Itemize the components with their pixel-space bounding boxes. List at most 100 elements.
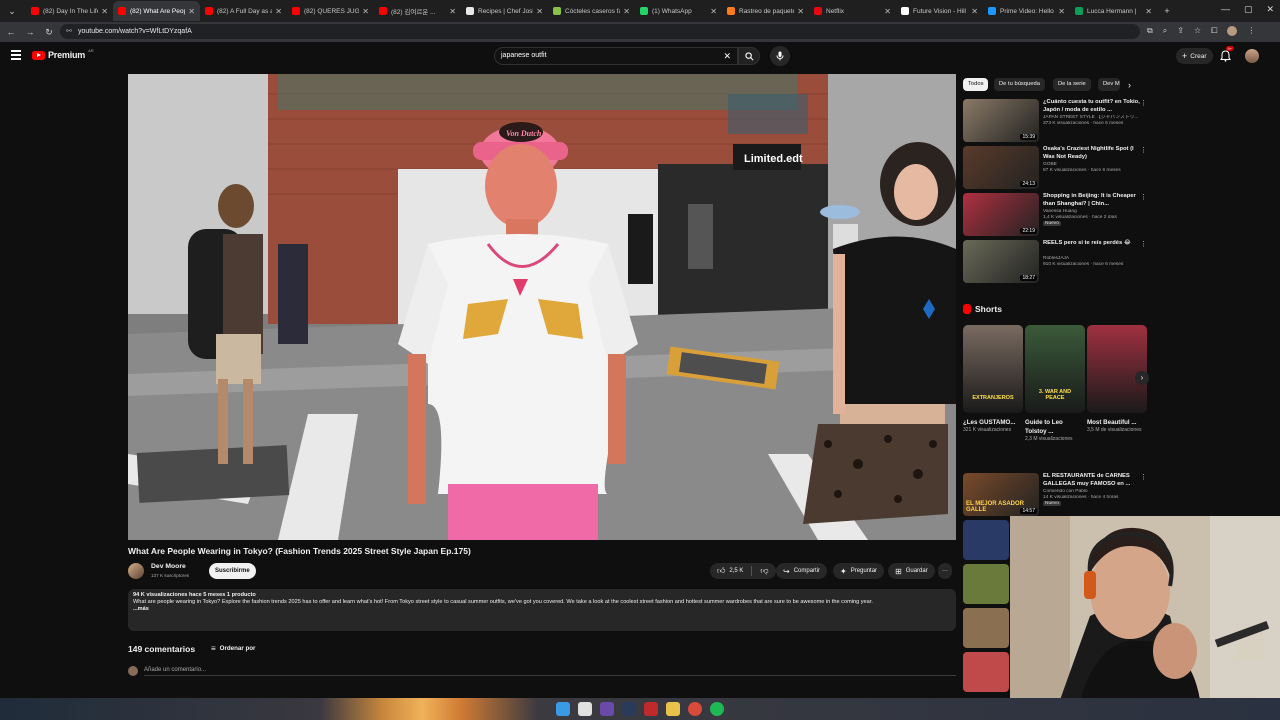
address-bar[interactable]: ⚯ youtube.com/watch?v=WfLtDYzqafA: [60, 24, 1140, 39]
chip-from-series[interactable]: De la serie: [1053, 78, 1091, 91]
like-button[interactable]: 👍︎ 2,5 K 👎︎: [710, 563, 776, 579]
recommended-video[interactable]: 18:27 REELS pero si te reís perdés 😂 Roble…: [963, 240, 1153, 284]
short-thumbnail[interactable]: EXTRANJEROS: [963, 325, 1023, 413]
shorts-next-icon[interactable]: ›: [1135, 371, 1149, 385]
browser-tab[interactable]: (82) QUERÉS JUGAR✕: [287, 1, 374, 21]
ask-button[interactable]: ✦ Preguntar: [833, 563, 885, 579]
new-tab-icon[interactable]: +: [1159, 3, 1175, 19]
browser-tab[interactable]: (1) WhatsApp ✕: [635, 1, 722, 21]
browser-menu-icon[interactable]: ⋮: [1247, 26, 1255, 36]
app-red-icon[interactable]: [644, 702, 658, 716]
video-thumbnail[interactable]: 15:39: [963, 99, 1039, 142]
browser-tab[interactable]: Lucca Hermann | ✕: [1070, 1, 1157, 21]
tab-close-icon[interactable]: ✕: [362, 7, 369, 16]
tab-close-icon[interactable]: ✕: [1058, 7, 1065, 16]
steam-icon[interactable]: [622, 702, 636, 716]
search-taskbar-icon[interactable]: [578, 702, 592, 716]
voice-search-button[interactable]: [770, 46, 790, 66]
save-button[interactable]: ⊞ Guardar: [888, 563, 935, 579]
description-more-link[interactable]: ...más: [133, 606, 951, 613]
browser-tab[interactable]: (82) What Are People✕: [113, 1, 200, 21]
account-avatar[interactable]: [1245, 49, 1259, 63]
sort-comments-button[interactable]: ≡ Ordenar por: [211, 644, 255, 653]
more-options-icon[interactable]: ⋮: [1140, 473, 1147, 481]
chip-all[interactable]: Todos: [963, 78, 989, 91]
site-info-icon[interactable]: ⚯: [66, 24, 72, 39]
recommended-title[interactable]: ¿Cuánto cuesta tu outfit? en Tokio, Japó…: [1043, 99, 1143, 114]
browser-tab[interactable]: Prime Video: Hello ✕: [983, 1, 1070, 21]
chrome-icon[interactable]: [688, 702, 702, 716]
browser-tab[interactable]: Netflix ✕: [809, 1, 896, 21]
back-icon[interactable]: ←: [3, 24, 19, 40]
more-options-icon[interactable]: ⋮: [1140, 146, 1147, 154]
short-thumbnail[interactable]: [1087, 325, 1147, 413]
hamburger-menu-icon[interactable]: [11, 50, 21, 60]
extensions-icon[interactable]: ⧠: [1211, 26, 1217, 36]
install-icon[interactable]: ⧉: [1147, 26, 1153, 36]
tab-close-icon[interactable]: ✕: [536, 7, 543, 16]
share-icon[interactable]: ⇪: [1177, 26, 1184, 36]
browser-tab[interactable]: Recipes | Chef Josh ✕: [461, 1, 548, 21]
tab-close-icon[interactable]: ✕: [275, 7, 282, 16]
browser-tab[interactable]: Cócteles caseros fá ✕: [548, 1, 635, 21]
more-options-icon[interactable]: ⋮: [1140, 99, 1147, 107]
chip-channel[interactable]: Dev M: [1098, 78, 1120, 91]
profile-avatar[interactable]: [1227, 26, 1238, 36]
tab-close-icon[interactable]: ✕: [710, 7, 717, 16]
subscribe-button[interactable]: Suscribirme: [209, 563, 256, 579]
search-input[interactable]: japanese outfit ✕: [494, 47, 738, 65]
notifications-button[interactable]: 9+: [1220, 46, 1234, 67]
more-options-icon[interactable]: ⋮: [1140, 240, 1147, 248]
bookmark-star-icon[interactable]: ☆: [1194, 26, 1201, 36]
channel-avatar[interactable]: [128, 563, 144, 579]
zoom-icon[interactable]: ⌕: [1163, 26, 1167, 36]
minimize-icon[interactable]: —: [1221, 4, 1230, 15]
create-button[interactable]: + Crear: [1176, 48, 1213, 64]
browser-tab[interactable]: (82) 김여르운 ... ✕: [374, 1, 461, 21]
close-window-icon[interactable]: ✕: [1266, 4, 1274, 15]
recommended-title[interactable]: Shopping in Beijing: It is Cheaper than …: [1043, 193, 1143, 208]
tab-close-icon[interactable]: ✕: [797, 7, 804, 16]
tab-close-icon[interactable]: ✕: [1145, 7, 1152, 16]
maximize-icon[interactable]: ▢: [1244, 4, 1253, 15]
tab-close-icon[interactable]: ✕: [188, 7, 195, 16]
short-thumbnail[interactable]: 3. WAR AND PEACE: [1025, 325, 1085, 413]
video-thumbnail[interactable]: 24:13: [963, 146, 1039, 189]
short-title[interactable]: ¿Les GUSTAMO...: [963, 418, 1023, 427]
description-box[interactable]: 94 K visualizaciones hace 5 meses 1 prod…: [128, 589, 956, 631]
file-explorer-icon[interactable]: [666, 702, 680, 716]
more-options-icon[interactable]: ⋮: [1140, 193, 1147, 201]
tab-close-icon[interactable]: ✕: [623, 7, 630, 16]
recommended-video[interactable]: 15:39 ¿Cuánto cuesta tu outfit? en Tokio,…: [963, 99, 1153, 143]
browser-tab[interactable]: (82) A Full Day as a ✕: [200, 1, 287, 21]
video-thumbnail[interactable]: 22:19: [963, 193, 1039, 236]
recommended-title[interactable]: Osaka's Craziest Nightlife Spot (I Was N…: [1043, 146, 1143, 161]
search-button[interactable]: [738, 47, 760, 65]
more-actions-button[interactable]: ···: [938, 563, 952, 579]
short-title[interactable]: Guide to Leo Tolstoy ...: [1025, 418, 1085, 436]
start-icon[interactable]: [556, 702, 570, 716]
short-item[interactable]: EXTRANJEROS ¿Les GUSTAMO... 321 K visualiz…: [963, 325, 1023, 434]
recommended-video[interactable]: 22:19 Shopping in Beijing: It is Cheaper …: [963, 193, 1153, 237]
chip-from-search[interactable]: De tu búsqueda: [994, 78, 1045, 91]
reload-icon[interactable]: ↻: [41, 24, 57, 40]
short-title[interactable]: Most Beautiful ...: [1087, 418, 1147, 427]
channel-name[interactable]: Dev Moore: [151, 563, 186, 570]
recommended-title[interactable]: EL RESTAURANTE de CARNES GALLEGAS muy FA…: [1043, 473, 1143, 488]
thumbs-down-icon[interactable]: 👎︎: [760, 566, 768, 576]
video-player[interactable]: Limited.edt Von Dutch: [128, 74, 956, 540]
tab-close-icon[interactable]: ✕: [449, 7, 456, 16]
video-thumbnail[interactable]: 18:27: [963, 240, 1039, 283]
discord-icon[interactable]: [600, 702, 614, 716]
browser-tab[interactable]: (82) Day In The Life ✕: [26, 1, 113, 21]
tab-search-icon[interactable]: ⌄: [4, 3, 20, 19]
chip-scroll-right-icon[interactable]: ›: [1128, 80, 1131, 90]
browser-tab[interactable]: Rastreo de paquetes ✕: [722, 1, 809, 21]
youtube-logo[interactable]: Premium AR: [32, 48, 94, 60]
recommended-video[interactable]: 24:13 Osaka's Craziest Nightlife Spot (I …: [963, 146, 1153, 190]
short-item[interactable]: 3. WAR AND PEACE Guide to Leo Tolstoy ...…: [1025, 325, 1085, 443]
clear-search-icon[interactable]: ✕: [723, 48, 731, 64]
add-comment-input[interactable]: Añade un comentario...: [144, 667, 956, 676]
spotify-icon[interactable]: [710, 702, 724, 716]
video-thumbnail[interactable]: EL MEJOR ASADOR GALLE 14:57: [963, 473, 1039, 516]
